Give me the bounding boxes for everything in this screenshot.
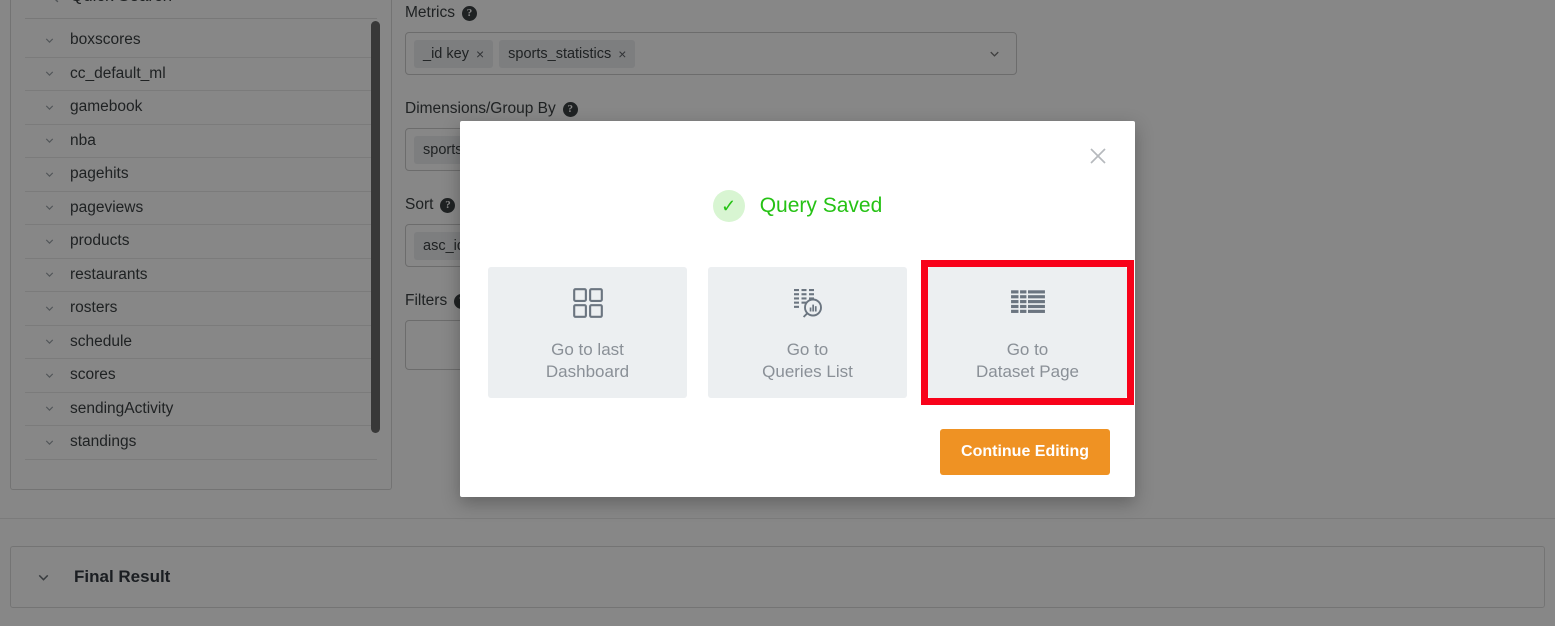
- close-button[interactable]: [1083, 141, 1113, 171]
- status-text: Query Saved: [759, 194, 883, 217]
- screenshot-root: Quick Search boxscores cc_default_ml gam…: [0, 0, 1555, 626]
- choice-label-line2: Queries List: [762, 361, 853, 381]
- choice-label-line2: Dataset Page: [975, 361, 1079, 381]
- choice-go-to-queries-list[interactable]: Go to Queries List: [708, 267, 907, 398]
- choice-go-to-last-dashboard[interactable]: Go to last Dashboard: [488, 267, 687, 398]
- choice-label: Go to Dataset Page: [976, 339, 1079, 383]
- grid-squares-icon: [568, 283, 608, 323]
- close-icon: [1090, 148, 1106, 164]
- modal-footer: Continue Editing: [940, 429, 1110, 475]
- choice-go-to-last-dashboard-wrapper: Go to last Dashboard: [488, 267, 687, 398]
- choice-go-to-dataset-page[interactable]: Go to Dataset Page: [928, 267, 1127, 398]
- choice-label-line1: Go to last: [551, 339, 624, 359]
- dataset-table-icon: [1008, 283, 1048, 323]
- query-saved-modal: ✓ Query Saved Go to last Dashboard Go to…: [460, 121, 1135, 497]
- choice-label: Go to last Dashboard: [546, 339, 629, 383]
- check-icon: ✓: [712, 190, 745, 222]
- navigation-choices: Go to last Dashboard Go to Queries List …: [488, 260, 1134, 405]
- continue-editing-button[interactable]: Continue Editing: [940, 429, 1110, 475]
- choice-label-line2: Dashboard: [545, 361, 630, 381]
- choice-go-to-queries-list-wrapper: Go to Queries List: [708, 267, 907, 398]
- status-banner: ✓ Query Saved: [460, 190, 1135, 222]
- choice-label-line1: Go to: [1006, 339, 1049, 359]
- choice-label-line1: Go to: [786, 339, 829, 359]
- choice-label: Go to Queries List: [762, 339, 853, 383]
- choice-go-to-dataset-page-wrapper: Go to Dataset Page: [921, 260, 1134, 405]
- data-search-chart-icon: [788, 283, 828, 323]
